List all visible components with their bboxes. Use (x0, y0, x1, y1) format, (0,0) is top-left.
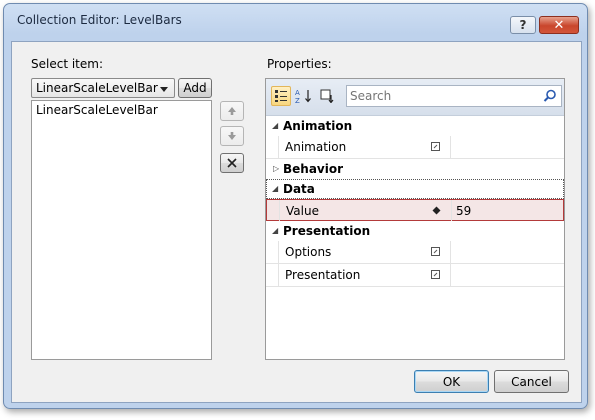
property-grid-toolbar: A Z (266, 79, 564, 116)
close-button[interactable]: ✕ (539, 16, 579, 34)
items-list[interactable]: LinearScaleLevelBar (31, 100, 212, 360)
property-name: Value (286, 204, 319, 218)
add-button[interactable]: Add (178, 78, 212, 98)
property-name: Presentation (285, 268, 361, 282)
svg-text:A: A (295, 89, 300, 97)
categorized-icon (275, 90, 287, 102)
property-marker-icon[interactable] (431, 270, 440, 279)
property-grid: A Z Search ◢ Animation Animation ▷ Behav… (265, 78, 565, 360)
search-box[interactable] (346, 85, 562, 107)
property-name: Animation (285, 140, 347, 154)
property-row-animation[interactable]: Animation (266, 136, 564, 159)
property-value[interactable] (450, 136, 565, 158)
collapse-icon[interactable]: ◢ (272, 179, 278, 199)
move-down-button[interactable] (220, 126, 244, 146)
properties-label: Properties: (267, 57, 332, 71)
property-row-value[interactable]: Value 59 (266, 199, 566, 222)
property-row-presentation[interactable]: Presentation (266, 264, 564, 287)
help-button[interactable]: ? (510, 16, 536, 34)
property-value[interactable]: 59 (451, 200, 566, 222)
property-set-marker-icon[interactable] (432, 206, 441, 215)
arrow-down-icon (228, 132, 236, 140)
category-presentation[interactable]: ◢ Presentation (266, 221, 564, 241)
list-item[interactable]: LinearScaleLevelBar (32, 101, 211, 119)
property-page-icon (320, 89, 334, 103)
remove-button[interactable] (220, 153, 244, 173)
category-animation[interactable]: ◢ Animation (266, 116, 564, 136)
move-up-button[interactable] (220, 101, 244, 121)
search-input[interactable] (350, 88, 530, 104)
chevron-down-icon (160, 87, 168, 92)
search-icon[interactable] (543, 89, 557, 103)
category-data[interactable]: ◢ Data (266, 179, 564, 199)
alphabetical-view-button[interactable]: A Z (294, 86, 314, 106)
collapse-icon[interactable]: ◢ (272, 221, 278, 241)
collection-editor-window: Collection Editor: LevelBars ? ✕ Select … (3, 3, 588, 409)
expand-icon[interactable]: ▷ (273, 159, 279, 179)
property-row-options[interactable]: Options (266, 241, 564, 264)
dialog-client-area: Select item: LinearScaleLevelBar Add Lin… (11, 41, 582, 403)
property-marker-icon[interactable] (431, 247, 440, 256)
svg-text:Z: Z (295, 97, 300, 104)
arrow-up-icon (228, 107, 236, 115)
property-value[interactable] (450, 264, 565, 286)
item-type-combo[interactable]: LinearScaleLevelBar (31, 78, 175, 98)
collapse-icon[interactable]: ◢ (272, 116, 278, 136)
window-title: Collection Editor: LevelBars (17, 13, 182, 27)
delete-x-icon (227, 158, 237, 168)
property-filter-button[interactable] (318, 86, 338, 106)
property-value[interactable] (450, 241, 565, 263)
categorized-view-button[interactable] (271, 86, 291, 106)
property-name: Options (285, 245, 332, 259)
item-type-combo-value: LinearScaleLevelBar (36, 81, 158, 95)
property-marker-icon[interactable] (431, 142, 440, 151)
ok-button[interactable]: OK (414, 370, 489, 393)
category-behavior[interactable]: ▷ Behavior (266, 159, 564, 179)
select-item-label: Select item: (31, 57, 103, 71)
cancel-button[interactable]: Cancel (494, 370, 569, 393)
property-rows: ◢ Animation Animation ▷ Behavior ◢ Data … (266, 116, 564, 287)
sort-alphabetical-icon: A Z (295, 89, 311, 104)
